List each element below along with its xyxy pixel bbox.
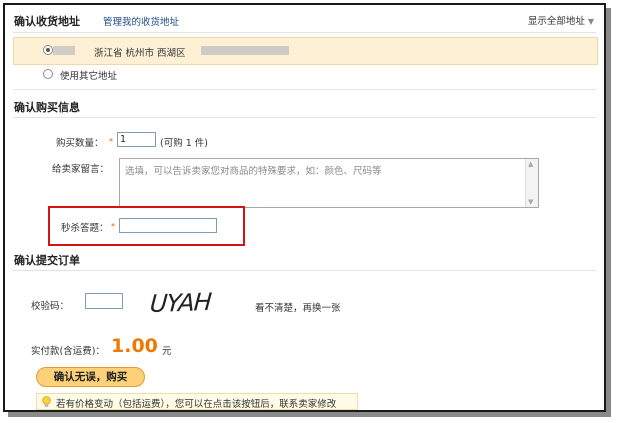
quiz-answer-input[interactable] [119, 218, 217, 233]
tip-text: 若有价格变动（包括运费），您可以在点击该按钮后，联系卖家修改 [56, 399, 337, 410]
divider-purchase-bottom [13, 117, 596, 118]
manage-address-link[interactable]: 管理我的收货地址 [103, 14, 179, 28]
confirm-purchase-button[interactable]: 确认无误，购买 [36, 367, 145, 387]
order-confirm-panel: 确认收货地址 管理我的收货地址 显示全部地址 ▼ 浙江省 杭州市 西湖区 使用其它… [3, 3, 606, 412]
message-placeholder: 选填，可以告诉卖家您对商品的特殊要求，如：颜色、尺码等 [125, 166, 382, 177]
lightbulb-icon [42, 396, 51, 407]
total-price: 1.00 [111, 335, 158, 357]
divider-submit [13, 270, 596, 271]
address-text: 浙江省 杭州市 西湖区 [94, 48, 186, 59]
address-header: 确认收货地址 管理我的收货地址 显示全部地址 ▼ [5, 5, 604, 31]
use-other-address-label[interactable]: 使用其它地址 [60, 68, 117, 82]
address-section-title: 确认收货地址 [14, 15, 80, 28]
scroll-up-icon[interactable]: ▲ [528, 160, 533, 168]
textarea-scrollbar[interactable]: ▲ ▼ [525, 159, 538, 207]
chevron-down-icon: ▼ [587, 17, 594, 26]
redacted-name [53, 46, 75, 55]
quantity-limit-note: (可购 1 件) [160, 138, 208, 149]
message-label: 给卖家留言： [52, 164, 110, 175]
scroll-down-icon[interactable]: ▼ [528, 198, 533, 206]
quantity-input[interactable] [117, 132, 156, 147]
redacted-street [201, 46, 289, 55]
submit-section-title: 确认提交订单 [14, 254, 80, 267]
total-unit: 元 [162, 346, 172, 357]
captcha-image[interactable]: UYAH [149, 288, 212, 318]
divider-purchase [13, 89, 596, 90]
total-label: 实付款(含运费)： [31, 346, 105, 357]
quantity-label: 购买数量： [56, 138, 104, 149]
verify-code-label: 校验码： [31, 301, 70, 312]
show-all-label: 显示全部地址 [527, 16, 585, 27]
price-change-tip: 若有价格变动（包括运费），您可以在点击该按钮后，联系卖家修改 [36, 393, 358, 410]
verify-code-input[interactable] [85, 293, 123, 309]
show-all-addresses-link[interactable]: 显示全部地址 ▼ [528, 13, 594, 27]
message-textarea[interactable]: 选填，可以告诉卖家您对商品的特殊要求，如：颜色、尺码等 ▲ ▼ [119, 158, 539, 208]
purchase-section-title: 确认购买信息 [14, 101, 80, 114]
refresh-captcha-link[interactable]: 看不清楚，再换一张 [255, 300, 341, 314]
quantity-required-mark: * [109, 137, 113, 146]
header-divider [13, 32, 596, 33]
quiz-required-mark: * [111, 222, 115, 231]
address-radio-other[interactable] [43, 69, 53, 79]
quiz-answer-label: 秒杀答题： [61, 223, 109, 234]
address-radio-selected[interactable] [43, 45, 53, 55]
